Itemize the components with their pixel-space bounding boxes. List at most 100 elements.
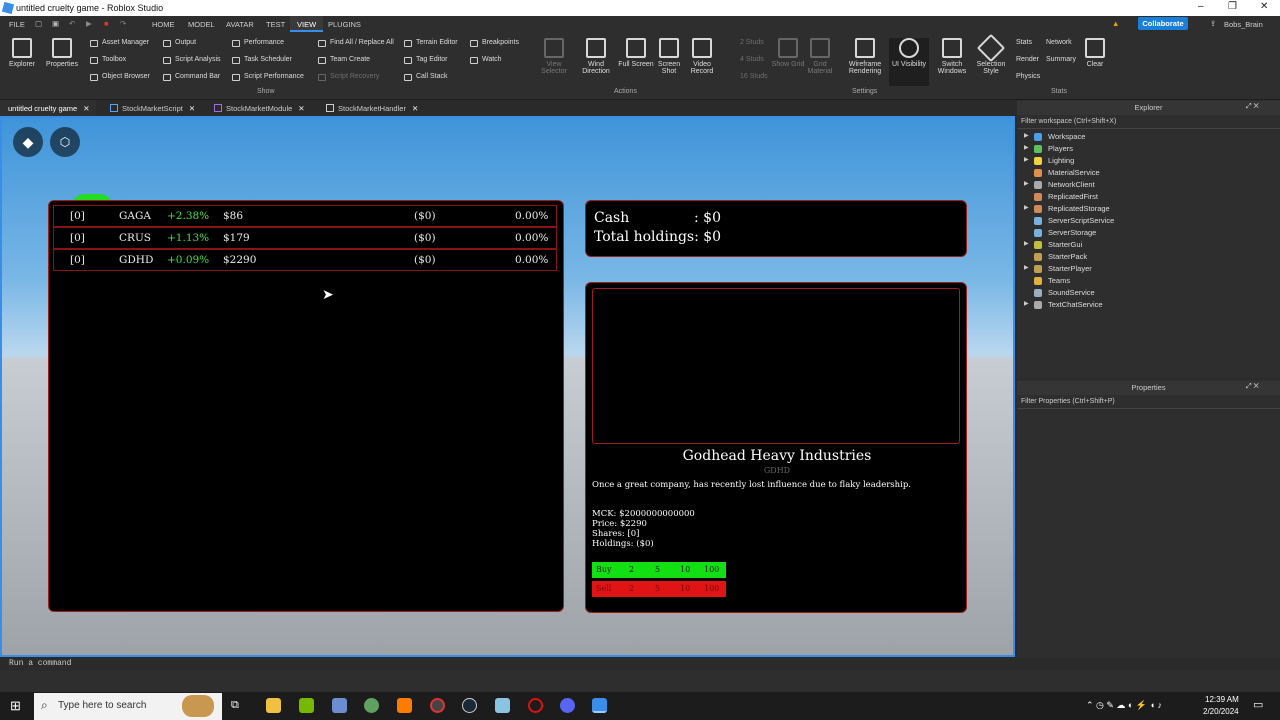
network-button[interactable]: Network (1034, 39, 1072, 46)
tree-item-serverscriptservice[interactable]: ServerScriptService (1034, 216, 1114, 225)
grid-2-studs[interactable]: 2 Studs (728, 39, 764, 46)
buy-label[interactable]: Buy (596, 565, 612, 574)
task-scheduler-button[interactable]: Task Scheduler (232, 56, 292, 64)
notification-bell-icon[interactable]: ▲ (1112, 19, 1119, 28)
tree-item-starterpack[interactable]: StarterPack (1034, 252, 1087, 261)
close-tab-icon[interactable]: ✕ (83, 104, 89, 113)
toolbox-button[interactable]: Toolbox (90, 56, 126, 64)
tree-item-replicatedfirst[interactable]: ReplicatedFirst (1034, 192, 1098, 201)
panel-dock-icon[interactable]: ⤢ ✕ (1246, 383, 1259, 391)
buy-2-button[interactable]: 2 (629, 565, 634, 574)
notepad-icon[interactable] (495, 698, 510, 713)
app-icon[interactable] (364, 698, 379, 713)
terrain-editor-button[interactable]: Terrain Editor (404, 39, 458, 47)
full-screen-button[interactable]: Full Screen (618, 38, 654, 68)
panel-dock-icon[interactable]: ⤢ ✕ (1246, 103, 1259, 111)
close-tab-icon[interactable]: ✕ (298, 104, 304, 113)
object-browser-button[interactable]: Object Browser (90, 73, 150, 81)
sell-10-button[interactable]: 10 (680, 584, 690, 593)
explorer-button[interactable]: Explorer (4, 38, 40, 68)
wireframe-rendering-button[interactable]: Wireframe Rendering (845, 38, 885, 75)
roblox-menu-icon[interactable]: ◆ (13, 127, 43, 157)
tree-item-replicatedstorage[interactable]: ▶ ReplicatedStorage (1024, 204, 1110, 213)
steam-icon[interactable] (462, 698, 477, 713)
undo-icon[interactable]: ↶ (69, 19, 75, 28)
maximize-button[interactable]: ❐ (1228, 1, 1237, 12)
buy-100-button[interactable]: 100 (704, 565, 719, 574)
tab-test[interactable]: TEST (266, 20, 285, 29)
tree-item-textchatservice[interactable]: ▶ TextChatService (1024, 300, 1103, 309)
team-create-button[interactable]: Team Create (318, 56, 370, 64)
switch-windows-button[interactable]: Switch Windows (933, 38, 971, 75)
share-icon[interactable]: ⇪ (1210, 19, 1216, 28)
windows-start-icon[interactable]: ⊞ (10, 698, 21, 714)
screen-shot-button[interactable]: Screen Shot (651, 38, 687, 75)
grid-16-studs[interactable]: 16 Studs (728, 73, 768, 80)
sell-100-button[interactable]: 100 (704, 584, 719, 593)
tag-editor-button[interactable]: Tag Editor (404, 56, 448, 64)
tab-view[interactable]: VIEW (290, 16, 324, 32)
roblox-studio-taskbar-icon[interactable] (592, 698, 607, 713)
tab-stockmarketscript[interactable]: StockMarketScript ✕ (102, 100, 201, 116)
ui-visibility-button[interactable]: UI Visibility (889, 38, 929, 86)
tab-model[interactable]: MODEL (188, 20, 215, 29)
stats-button[interactable]: Stats (1004, 39, 1032, 46)
new-file-icon[interactable]: ▢ (35, 19, 42, 28)
file-explorer-icon[interactable] (266, 698, 281, 713)
find-replace-all-button[interactable]: Find All / Replace All (318, 39, 394, 47)
properties-filter-input[interactable]: Filter Properties (Ctrl+Shift+P) (1017, 396, 1280, 409)
tree-item-lighting[interactable]: ▶ Lighting (1024, 156, 1074, 165)
tree-item-networkclient[interactable]: ▶ NetworkClient (1024, 180, 1095, 189)
calculator-icon[interactable] (332, 698, 347, 713)
tab-plugins[interactable]: PLUGINS (328, 20, 361, 29)
stop-icon[interactable]: ■ (104, 19, 109, 28)
blender-icon[interactable] (397, 698, 412, 713)
menu-file[interactable]: FILE (9, 20, 25, 29)
buy-5-button[interactable]: 5 (655, 565, 660, 574)
output-button[interactable]: Output (163, 39, 196, 47)
tab-stockmarketmodule[interactable]: StockMarketModule ✕ (206, 100, 311, 116)
play-icon[interactable]: ▶ (86, 19, 92, 28)
tree-item-teams[interactable]: Teams (1034, 276, 1070, 285)
discord-icon[interactable] (560, 698, 575, 713)
opera-icon[interactable] (528, 698, 543, 713)
selection-gizmo-icon[interactable]: ⬡ (50, 127, 80, 157)
stock-row-gaga[interactable]: [0] GAGA +2.38% $86 ($0) 0.00% (53, 205, 557, 227)
minimize-button[interactable]: – (1198, 1, 1204, 12)
sell-5-button[interactable]: 5 (655, 584, 660, 593)
view-selector-button[interactable]: View Selector (536, 38, 572, 75)
close-window-button[interactable]: ✕ (1260, 1, 1268, 12)
command-bar-input[interactable]: Run a command (0, 657, 1280, 671)
grid-material-button[interactable]: Grid Material (802, 38, 838, 75)
tree-item-startergui[interactable]: ▶ StarterGui (1024, 240, 1082, 249)
taskbar-search-input[interactable]: ⌕ Type here to search (34, 693, 222, 720)
game-viewport[interactable]: ◆ ⬡ [0] GAGA +2.38% $86 ($0) 0.00% [0] C… (0, 116, 1015, 657)
close-tab-icon[interactable]: ✕ (189, 104, 195, 113)
tree-item-workspace[interactable]: ▶ Workspace (1024, 132, 1085, 141)
user-name[interactable]: Bobs_Brain (1224, 20, 1263, 29)
redo-icon[interactable]: ↷ (120, 19, 126, 28)
tab-home[interactable]: HOME (152, 20, 175, 29)
physics-button[interactable]: Physics (1004, 73, 1040, 80)
summary-button[interactable]: Summary (1034, 56, 1076, 63)
clear-button[interactable]: Clear (1077, 38, 1113, 68)
tree-item-players[interactable]: ▶ Players (1024, 144, 1073, 153)
breakpoints-button[interactable]: Breakpoints (470, 39, 519, 47)
sell-2-button[interactable]: 2 (629, 584, 634, 593)
properties-button[interactable]: Properties (44, 38, 80, 68)
tab-avatar[interactable]: AVATAR (226, 20, 254, 29)
buy-10-button[interactable]: 10 (680, 565, 690, 574)
explorer-filter-input[interactable]: Filter workspace (Ctrl+Shift+X) (1017, 116, 1280, 129)
close-tab-icon[interactable]: ✕ (412, 104, 418, 113)
stock-row-gdhd[interactable]: [0] GDHD +0.09% $2290 ($0) 0.00% (53, 249, 557, 271)
stock-row-crus[interactable]: [0] CRUS +1.13% $179 ($0) 0.00% (53, 227, 557, 249)
tree-item-starterplayer[interactable]: ▶ StarterPlayer (1024, 264, 1092, 273)
wind-direction-button[interactable]: Wind Direction (578, 38, 614, 75)
tab-stockmarkethandler[interactable]: StockMarketHandler ✕ (318, 100, 424, 116)
notification-center-icon[interactable]: ▭ (1253, 698, 1263, 711)
performance-button[interactable]: Performance (232, 39, 284, 47)
tree-item-materialservice[interactable]: MaterialService (1034, 168, 1100, 177)
tree-item-soundservice[interactable]: SoundService (1034, 288, 1095, 297)
tree-item-serverstorage[interactable]: ServerStorage (1034, 228, 1096, 237)
script-performance-button[interactable]: Script Performance (232, 73, 304, 81)
